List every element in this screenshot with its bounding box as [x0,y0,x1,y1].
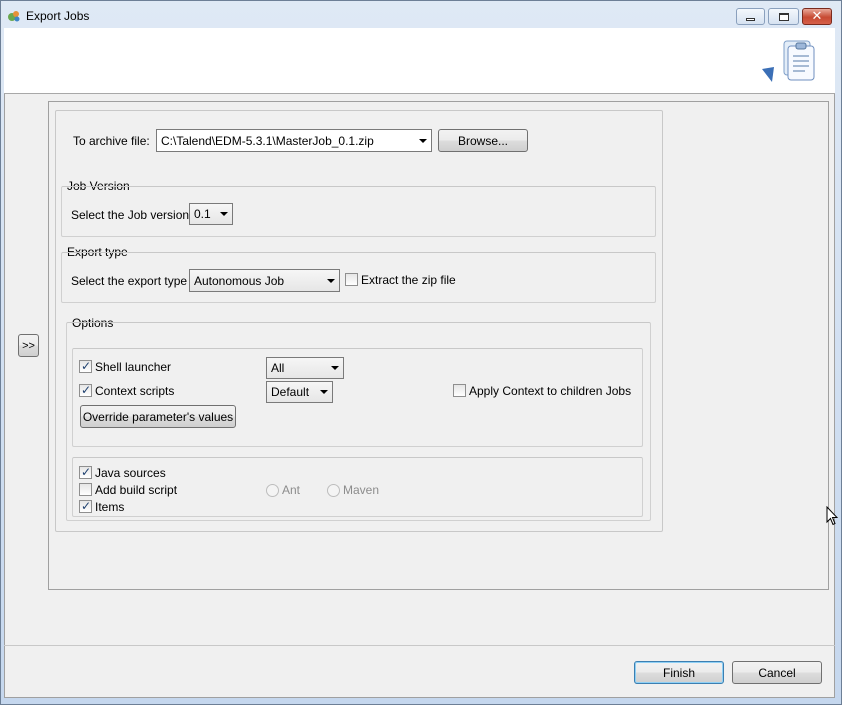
shell-launcher-select[interactable]: All [266,357,344,379]
add-build-script-checkbox[interactable] [79,483,92,496]
maximize-icon [778,12,789,21]
context-scripts-checkbox[interactable]: ✓ [79,383,92,397]
add-build-script-label: Add build script [95,483,178,497]
chevron-down-icon [419,138,427,143]
archive-file-label: To archive file: [73,134,150,148]
apply-context-checkbox[interactable] [453,384,466,397]
maven-label: Maven [343,483,380,497]
context-scripts-label: Context scripts [95,384,175,398]
maximize-button[interactable] [768,8,799,25]
apply-context-label: Apply Context to children Jobs [469,384,632,398]
extract-zip-label: Extract the zip file [361,273,456,287]
mouse-pointer-icon [826,505,839,529]
checkmark-icon: ✓ [81,383,92,397]
title-bar[interactable]: Export Jobs ✕ [0,0,842,30]
context-scripts-value: Default [271,385,310,399]
ant-radio[interactable] [266,484,279,497]
checkmark-icon: ✓ [81,465,92,479]
extract-zip-checkbox[interactable] [345,273,358,286]
talend-app-icon [6,8,22,24]
shell-launcher-label: Shell launcher [95,360,172,374]
shell-launcher-checkbox[interactable]: ✓ [79,359,92,373]
ant-label: Ant [282,483,301,497]
finish-button[interactable]: Finish [634,661,724,684]
shell-launcher-value: All [271,361,285,375]
export-wizard-icon [760,38,818,88]
archive-file-combo[interactable]: C:\Talend\EDM-5.3.1\MasterJob_0.1.zip [156,129,432,152]
footer-divider [4,645,835,646]
wizard-header [4,28,835,94]
items-label: Items [95,500,125,514]
close-button[interactable]: ✕ [802,8,832,25]
export-type-select[interactable]: Autonomous Job [189,269,340,292]
override-parameters-button[interactable]: Override parameter's values [80,405,236,428]
job-version-value: 0.1 [194,207,211,221]
java-sources-label: Java sources [95,466,166,480]
cancel-button[interactable]: Cancel [732,661,822,684]
minimize-icon [746,17,755,21]
archive-file-path: C:\Talend\EDM-5.3.1\MasterJob_0.1.zip [161,133,374,148]
window-title: Export Jobs [26,9,90,23]
job-version-select[interactable]: 0.1 [189,203,233,225]
expand-panel-button[interactable]: >> [18,334,39,357]
chevron-down-icon [327,278,335,283]
context-scripts-select[interactable]: Default [266,381,333,403]
job-version-label: Select the Job version [71,208,190,222]
export-type-value: Autonomous Job [194,273,285,288]
minimize-button[interactable] [736,8,765,25]
checkmark-icon: ✓ [81,499,92,513]
chevron-down-icon [320,390,328,394]
checkmark-icon: ✓ [81,359,92,373]
export-type-label: Select the export type [71,274,188,288]
maven-radio[interactable] [327,484,340,497]
items-checkbox[interactable]: ✓ [79,499,92,513]
browse-button[interactable]: Browse... [438,129,528,152]
chevron-down-icon [331,366,339,370]
java-sources-checkbox[interactable]: ✓ [79,465,92,479]
chevron-down-icon [220,212,228,216]
close-icon: ✕ [811,9,823,24]
